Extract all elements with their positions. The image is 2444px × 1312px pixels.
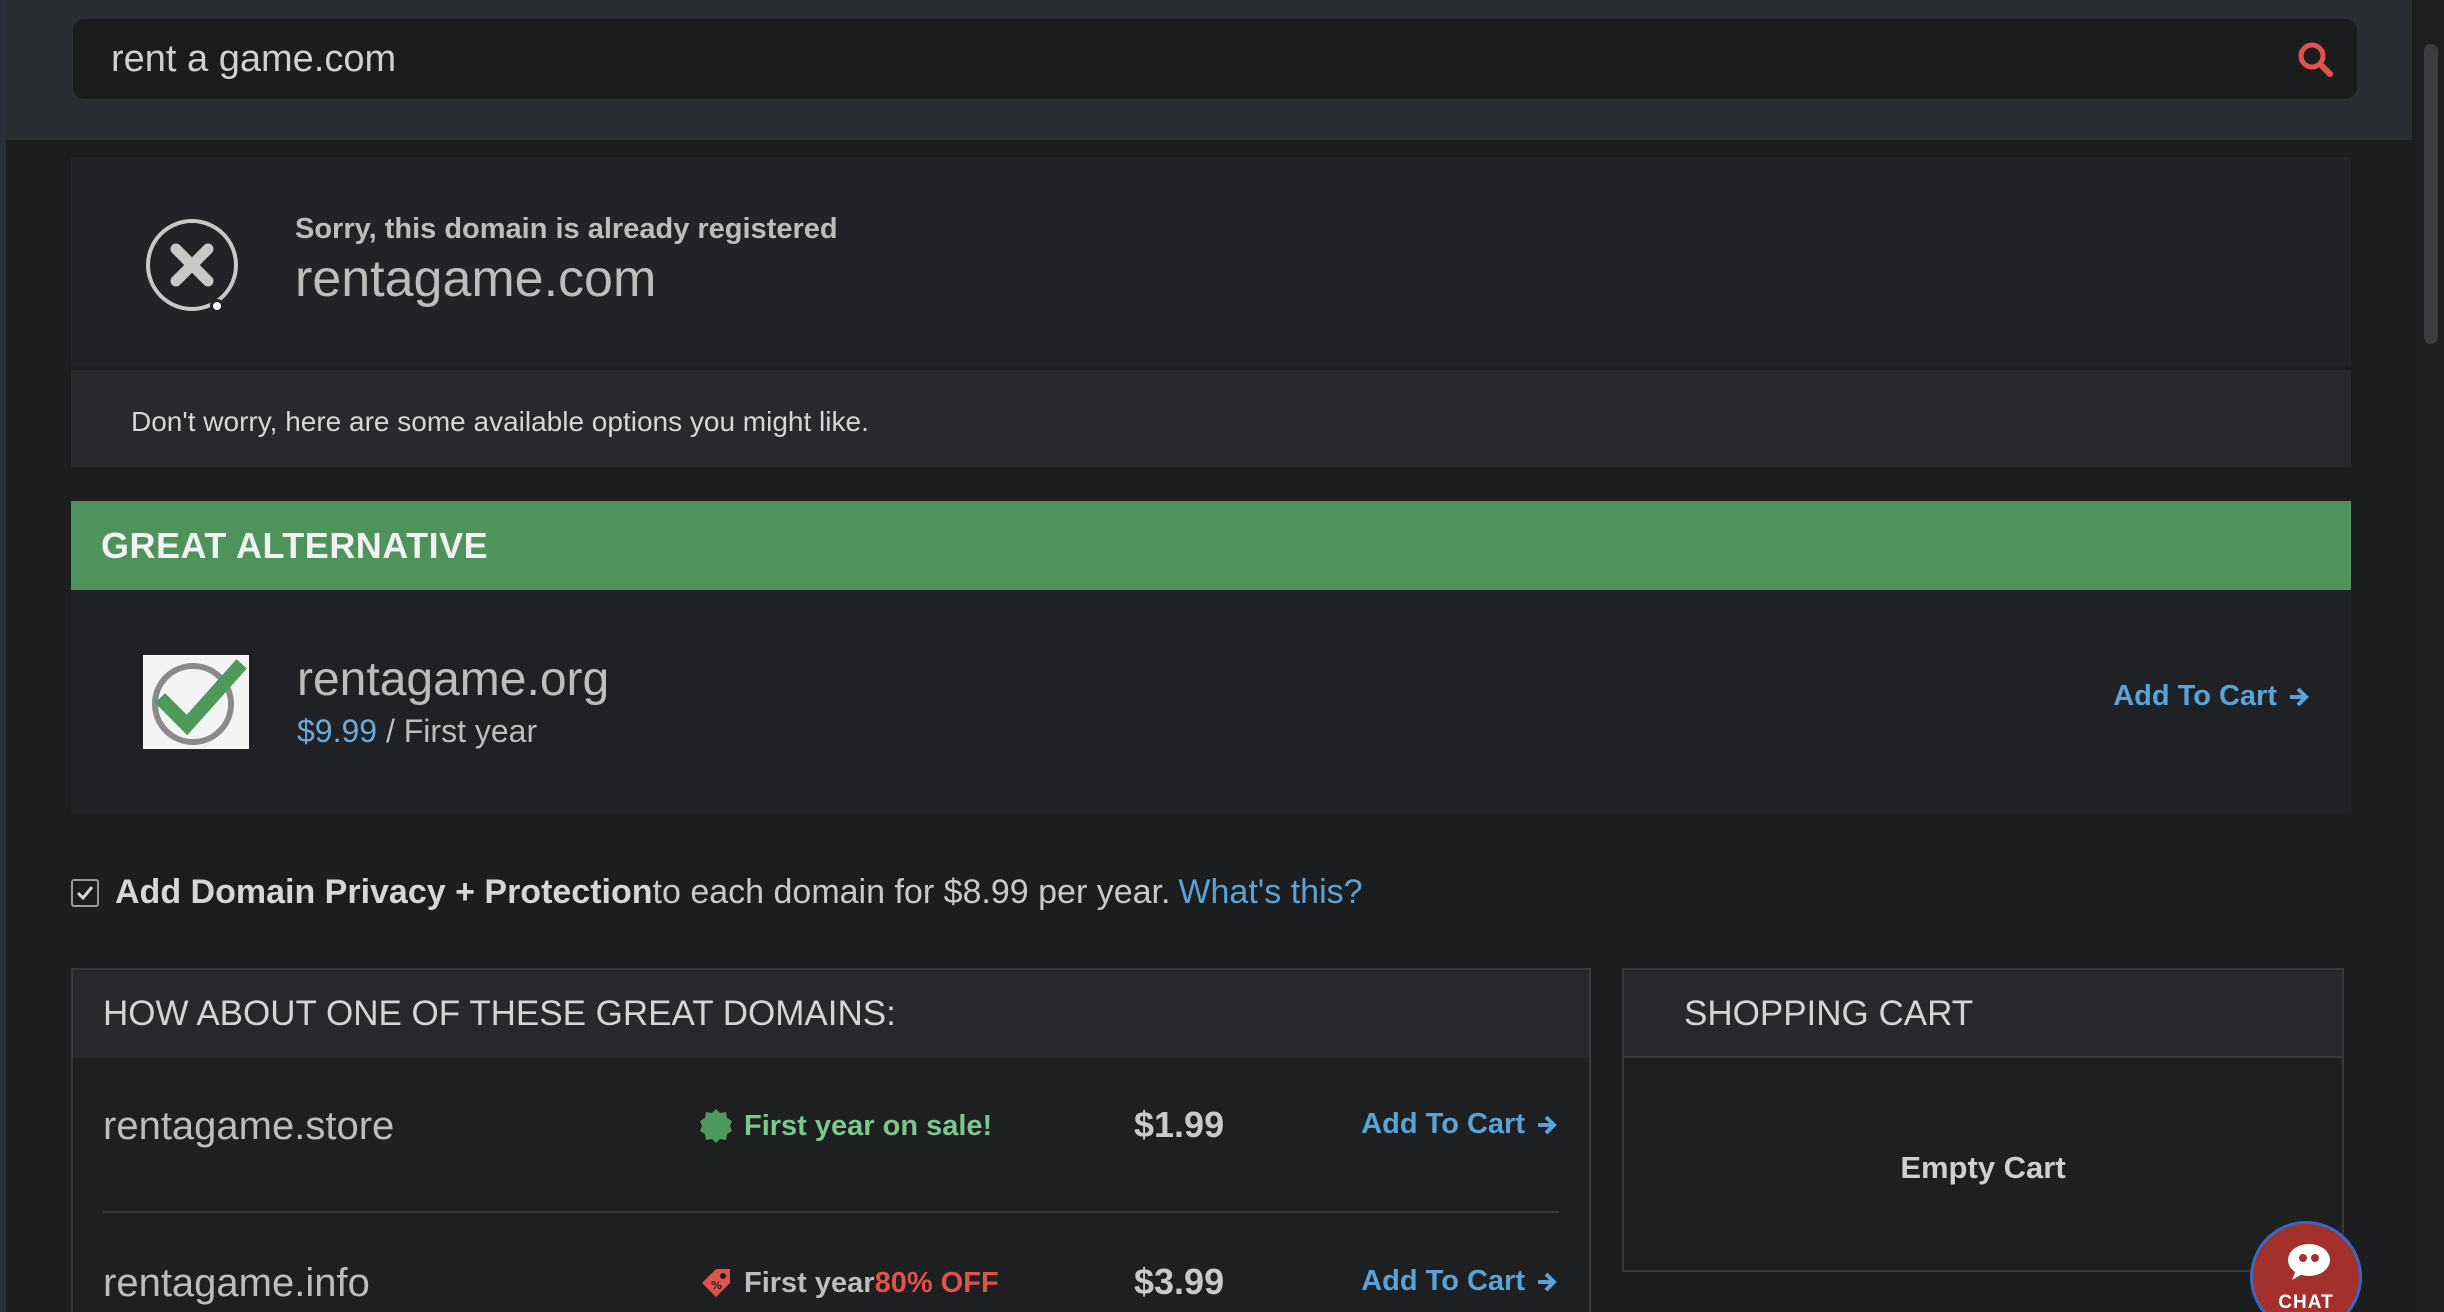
alternative-add-to-cart-button[interactable]: Add To Cart [2113, 680, 2311, 713]
searched-domain: rentagame.com [295, 250, 657, 308]
empty-cart-message: Empty Cart [1900, 1150, 2066, 1185]
whats-this-link[interactable]: What's this? [1178, 873, 1362, 912]
sale-promo-text: First year on sale! [744, 1109, 993, 1142]
discount-promo-prefix: First year [744, 1266, 875, 1299]
add-to-cart-label: Add To Cart [2113, 680, 2277, 712]
great-alternative-title: GREAT ALTERNATIVE [101, 525, 489, 566]
suggestion-notice-text: Don't worry, here are some available opt… [131, 406, 869, 437]
badge-icon [700, 1109, 732, 1143]
add-to-cart-label: Add To Cart [1361, 1108, 1525, 1140]
privacy-protection-row: Add Domain Privacy + Protection to each … [71, 873, 1363, 912]
alternative-price: $9.99 [297, 713, 378, 749]
suggested-domains-header: HOW ABOUT ONE OF THESE GREAT DOMAINS: [73, 970, 1589, 1058]
discount-promo-highlight: 80% OFF [874, 1266, 999, 1299]
suggestion-notice: Don't worry, here are some available opt… [71, 370, 2351, 467]
shopping-cart-header: SHOPPING CART [1624, 970, 2342, 1058]
sale-promo: First year on sale! [698, 1108, 992, 1144]
unavailable-x-icon [146, 219, 238, 313]
suggested-domain-name: rentagame.store [103, 1104, 395, 1148]
chat-bubble-icon [2288, 1244, 2330, 1280]
add-to-cart-label: Add To Cart [1361, 1265, 1525, 1297]
svg-text:%: % [711, 1279, 722, 1292]
add-to-cart-button[interactable]: Add To Cart [1361, 1265, 1559, 1298]
alternative-price-line: $9.99 / First year [297, 713, 537, 750]
privacy-checkbox[interactable] [71, 878, 99, 907]
scrollbar-thumb[interactable] [2424, 44, 2438, 344]
domain-suggestion-row: rentagame.store First year on sale! $1.9… [103, 1058, 1559, 1213]
shopping-cart-panel: SHOPPING CART Empty Cart [1622, 968, 2344, 1272]
suggested-domain-price: $3.99 [1134, 1261, 1225, 1302]
alternative-price-term: / First year [377, 713, 538, 749]
tag-icon: % [702, 1269, 730, 1297]
chat-label: CHAT [2278, 1292, 2334, 1312]
alternative-domain-name: rentagame.org [297, 653, 610, 706]
unavailable-message: Sorry, this domain is already registered [295, 213, 838, 245]
window-edge [0, 0, 6, 1312]
great-alternative-card: rentagame.org $9.99 / First year Add To … [71, 590, 2351, 813]
privacy-option-label: Add Domain Privacy + Protection [115, 873, 653, 911]
great-alternative-header: GREAT ALTERNATIVE [71, 501, 2351, 590]
search-icon[interactable] [2295, 39, 2335, 79]
arrow-right-icon [2290, 687, 2309, 706]
suggested-domain-name: rentagame.info [103, 1261, 370, 1305]
suggested-domains-title: HOW ABOUT ONE OF THESE GREAT DOMAINS: [103, 994, 896, 1033]
domain-suggestion-row: rentagame.info % First year 80% OFF $3.9… [103, 1215, 1559, 1312]
domain-search-input[interactable] [111, 19, 2211, 99]
arrow-right-icon [1538, 1115, 1557, 1134]
cursor-dot [210, 299, 224, 313]
privacy-option-description: to each domain for $8.99 per year. [652, 873, 1171, 911]
suggested-domain-price: $1.99 [1134, 1104, 1225, 1145]
arrow-right-icon [1538, 1272, 1557, 1291]
suggested-domains-panel: HOW ABOUT ONE OF THESE GREAT DOMAINS: re… [71, 968, 1591, 1312]
discount-promo: % First year 80% OFF [698, 1265, 999, 1301]
add-to-cart-button[interactable]: Add To Cart [1361, 1108, 1559, 1141]
domain-unavailable-card: Sorry, this domain is already registered… [71, 157, 2351, 367]
search-bar-area [6, 0, 2412, 140]
available-check-icon [143, 655, 249, 749]
shopping-cart-title: SHOPPING CART [1684, 994, 1974, 1033]
search-box [73, 19, 2357, 99]
page-scrollbar[interactable] [2416, 0, 2444, 1312]
